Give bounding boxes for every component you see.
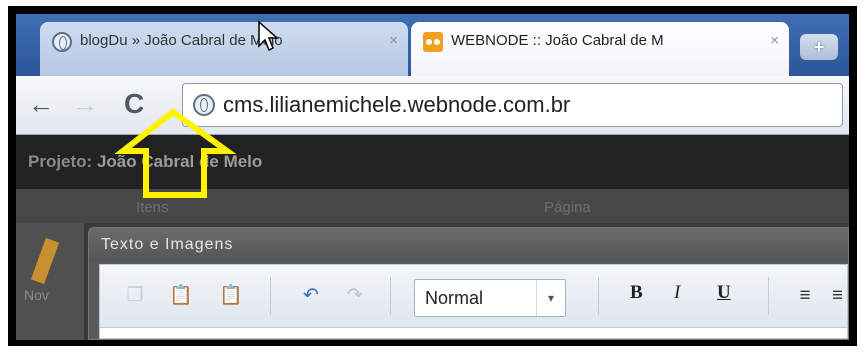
mouse-cursor-icon bbox=[258, 20, 279, 52]
black-border: blogDu » João Cabral de Melo × WEBNODE :… bbox=[8, 6, 857, 346]
browser-window: blogDu » João Cabral de Melo × WEBNODE :… bbox=[16, 14, 849, 340]
annotation-arrow-icon bbox=[114, 108, 237, 198]
yellow-arrow bbox=[114, 108, 237, 198]
screenshot-frame: blogDu » João Cabral de Melo × WEBNODE :… bbox=[0, 0, 867, 348]
